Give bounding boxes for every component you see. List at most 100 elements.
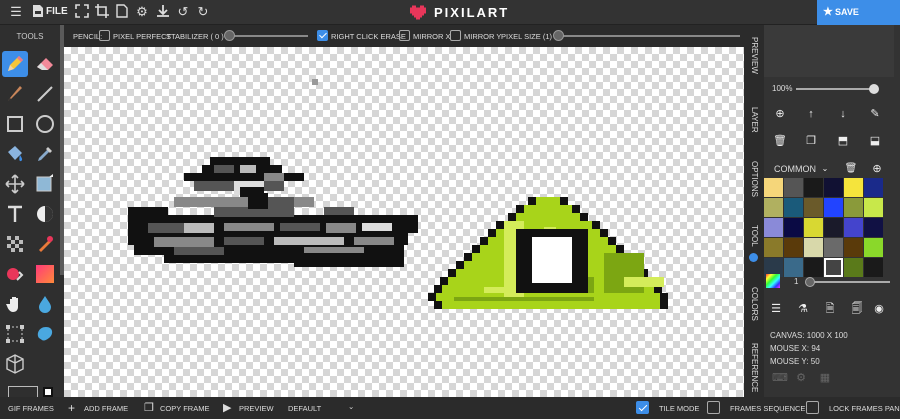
line-tool[interactable] [32, 81, 58, 107]
palette-swatch[interactable] [804, 218, 823, 237]
tab-options[interactable]: OPTIONS [744, 161, 764, 221]
redo-icon[interactable]: ↻ [195, 4, 211, 20]
mirror-x-checkbox[interactable] [399, 30, 410, 41]
brush-size-slider[interactable] [808, 281, 890, 283]
settings-circle-icon[interactable]: ◉ [872, 302, 886, 316]
menu-icon[interactable]: ☰ [8, 4, 24, 20]
gradient-tool[interactable] [2, 261, 28, 287]
tab-layer[interactable]: LAYER [744, 107, 764, 157]
palette-swatch[interactable] [824, 218, 843, 237]
primary-color-swatch[interactable] [8, 386, 38, 397]
crop-icon[interactable] [94, 4, 110, 20]
brush-size-knob[interactable] [805, 277, 815, 287]
palette-swatch[interactable] [784, 178, 803, 197]
resize-icon[interactable] [74, 4, 90, 20]
palette-swatch[interactable] [844, 238, 863, 257]
add-layer-icon[interactable]: ⊕ [773, 107, 787, 121]
palette-swatch[interactable] [764, 198, 783, 217]
settings-icon[interactable]: ⚙ [134, 4, 150, 20]
palette-swatch[interactable] [864, 178, 883, 197]
eyedropper-tool[interactable] [32, 141, 58, 167]
fill-bucket-tool[interactable] [2, 141, 28, 167]
chevron-down-icon[interactable]: ⌄ [818, 162, 832, 176]
pattern-tool[interactable] [2, 231, 28, 257]
gradient-swatch[interactable] [32, 261, 58, 287]
preview-button[interactable]: PREVIEW [239, 404, 274, 413]
select-tool[interactable] [2, 321, 28, 347]
eraser-tool[interactable] [32, 51, 58, 77]
3d-tool[interactable] [2, 351, 28, 377]
merge-up-icon[interactable]: ⬒ [836, 134, 850, 148]
palette-swatch[interactable] [844, 258, 863, 277]
pixel-size-slider[interactable] [556, 35, 740, 37]
palette-swatch[interactable] [824, 258, 843, 277]
palette-swatch[interactable] [824, 178, 843, 197]
dither-tool[interactable] [32, 201, 58, 227]
lock-frames-checkbox[interactable] [806, 401, 819, 414]
palette-swatch[interactable] [824, 238, 843, 257]
tab-colors[interactable]: COLORS [744, 287, 764, 347]
palette-swatch[interactable] [784, 258, 803, 277]
import-file-icon[interactable]: 🗎 [823, 302, 837, 316]
copy-frame-button[interactable]: COPY FRAME [160, 404, 209, 413]
right-click-erase-checkbox[interactable] [317, 30, 328, 41]
move-layer-up-icon[interactable]: ↑ [804, 107, 818, 121]
pan-tool[interactable] [2, 291, 28, 317]
mirror-y-checkbox[interactable] [450, 30, 461, 41]
animation-preset-select[interactable]: DEFAULT [288, 404, 321, 413]
blur-tool[interactable] [32, 291, 58, 317]
brush-tool[interactable] [2, 81, 28, 107]
list-icon[interactable]: ☰ [769, 302, 783, 316]
preset-chevron-icon[interactable]: ⌄ [348, 402, 354, 411]
tab-preview[interactable]: PREVIEW [744, 37, 764, 97]
drawing-canvas[interactable] [64, 47, 744, 397]
new-file-icon[interactable] [114, 4, 130, 20]
rectangle-tool[interactable] [2, 111, 28, 137]
zoom-slider[interactable] [796, 88, 878, 90]
merge-down-icon[interactable]: ⬓ [868, 134, 882, 148]
delete-layer-icon[interactable]: 🗑 [773, 134, 787, 148]
palette-swatch[interactable] [864, 218, 883, 237]
keyboard-icon[interactable]: ⌨ [772, 371, 788, 385]
pixel-perfect-checkbox[interactable] [99, 30, 110, 41]
palette-swatch[interactable] [804, 238, 823, 257]
duplicate-layer-icon[interactable]: ❐ [804, 134, 818, 148]
text-tool[interactable] [2, 201, 28, 227]
shade-tool[interactable] [32, 171, 58, 197]
edit-layer-icon[interactable]: ✎ [868, 107, 882, 121]
undo-icon[interactable]: ↺ [175, 4, 191, 20]
palette-swatch[interactable] [804, 178, 823, 197]
grid-icon[interactable]: ▦ [818, 371, 832, 385]
move-tool[interactable] [2, 171, 28, 197]
palette-swatch[interactable] [764, 218, 783, 237]
palette-swatch[interactable] [864, 238, 883, 257]
palette-swatch[interactable] [784, 218, 803, 237]
stabilizer-knob[interactable] [224, 30, 235, 41]
swap-colors-icon[interactable] [43, 387, 53, 397]
add-palette-icon[interactable]: ⊕ [870, 162, 884, 176]
palette-swatch[interactable] [844, 218, 863, 237]
stamp-tool[interactable] [32, 231, 58, 257]
flask-icon[interactable]: ⚗ [796, 302, 810, 316]
tile-mode-checkbox[interactable] [636, 401, 649, 414]
palette-swatch[interactable] [804, 258, 823, 277]
pixel-size-knob[interactable] [553, 30, 564, 41]
tab-reference[interactable]: REFERENCE [744, 343, 764, 403]
zoom-knob[interactable] [869, 84, 879, 94]
cogs-icon[interactable]: ⚙ [794, 371, 808, 385]
gif-frames-label[interactable]: GIF FRAMES [8, 404, 54, 413]
delete-palette-icon[interactable]: 🗑 [844, 162, 858, 176]
palette-swatch[interactable] [764, 178, 783, 197]
move-layer-down-icon[interactable]: ↓ [836, 107, 850, 121]
palette-name[interactable]: COMMON [774, 164, 816, 174]
file-menu[interactable]: FILE [46, 6, 68, 17]
color-picker-icon[interactable] [766, 274, 780, 288]
palette-swatch[interactable] [824, 198, 843, 217]
palette-swatch[interactable] [864, 198, 883, 217]
download-icon[interactable] [155, 4, 171, 20]
save-drawing-button[interactable]: ★ SAVE DRAWING [817, 0, 900, 42]
palette-swatch[interactable] [804, 198, 823, 217]
tab-tool[interactable]: TOOL [744, 225, 764, 275]
ellipse-tool[interactable] [32, 111, 58, 137]
palette-swatch[interactable] [844, 198, 863, 217]
